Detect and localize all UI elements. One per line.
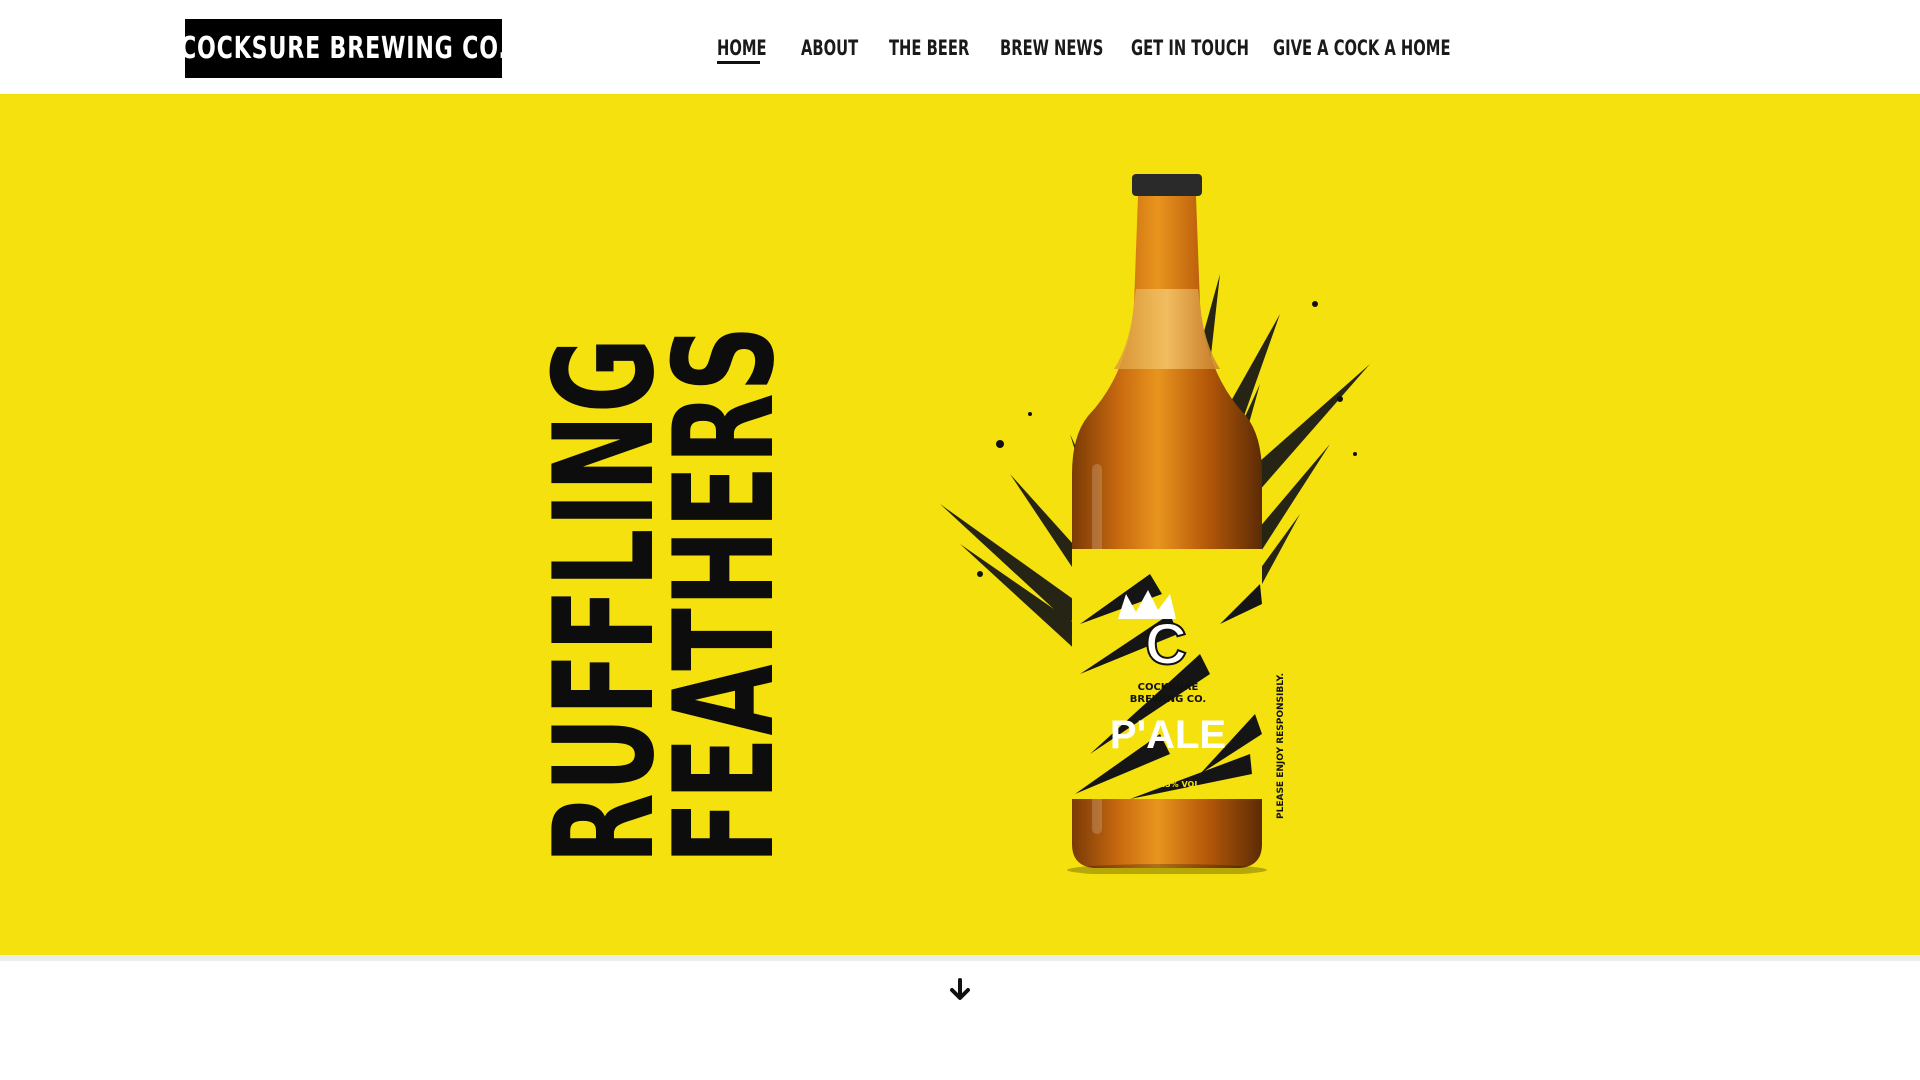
label-volume: 330ML [1148, 764, 1189, 777]
section-divider [0, 955, 1920, 961]
nav-the-beer-label: THE BEER [889, 36, 970, 60]
beer-bottle-image: C COCKSURE BREWING CO. P'ALE 330ML ALC 4… [940, 174, 1370, 874]
nav-get-in-touch-label: GET IN TOUCH [1131, 36, 1249, 60]
nav-about[interactable]: ABOUT [801, 28, 874, 68]
nav-give-a-cock-a-home-label: GIVE A COCK A HOME [1273, 36, 1451, 60]
nav-give-a-cock-a-home[interactable]: GIVE A COCK A HOME [1273, 28, 1501, 68]
arrow-down-icon [950, 978, 970, 1000]
active-underline [717, 61, 760, 64]
label-side-text: PLEASE ENJOY RESPONSIBLY. [1276, 673, 1286, 819]
main-nav: HOME ABOUT THE BEER BREW NEWS GET IN TOU… [0, 28, 1920, 68]
label-logo-letter: C [1145, 612, 1187, 677]
label-brand-line-2: BREWING CO. [1130, 694, 1206, 705]
tagline-line-2: FEATHERS [644, 324, 805, 865]
nav-get-in-touch[interactable]: GET IN TOUCH [1131, 28, 1282, 68]
hero-section: RUFFLING FEATHERS C COCKSURE BREWING CO.… [0, 94, 1920, 955]
nav-home-label: HOME [717, 36, 767, 60]
nav-brew-news-label: BREW NEWS [1000, 36, 1104, 60]
site-header: COCKSURE BREWING CO. HOME ABOUT THE BEER… [0, 0, 1920, 94]
label-abv: ALC 4.5% VOL [1137, 780, 1200, 789]
nav-brew-news[interactable]: BREW NEWS [1000, 28, 1132, 68]
nav-about-label: ABOUT [801, 36, 859, 60]
label-brand-line-1: COCKSURE [1138, 682, 1199, 693]
nav-home[interactable]: HOME [717, 28, 781, 68]
nav-the-beer[interactable]: THE BEER [889, 28, 992, 68]
scroll-down-button[interactable] [946, 976, 974, 1004]
hero-tagline: RUFFLING FEATHERS [524, 324, 805, 864]
label-product-name: P'ALE [1110, 713, 1226, 757]
